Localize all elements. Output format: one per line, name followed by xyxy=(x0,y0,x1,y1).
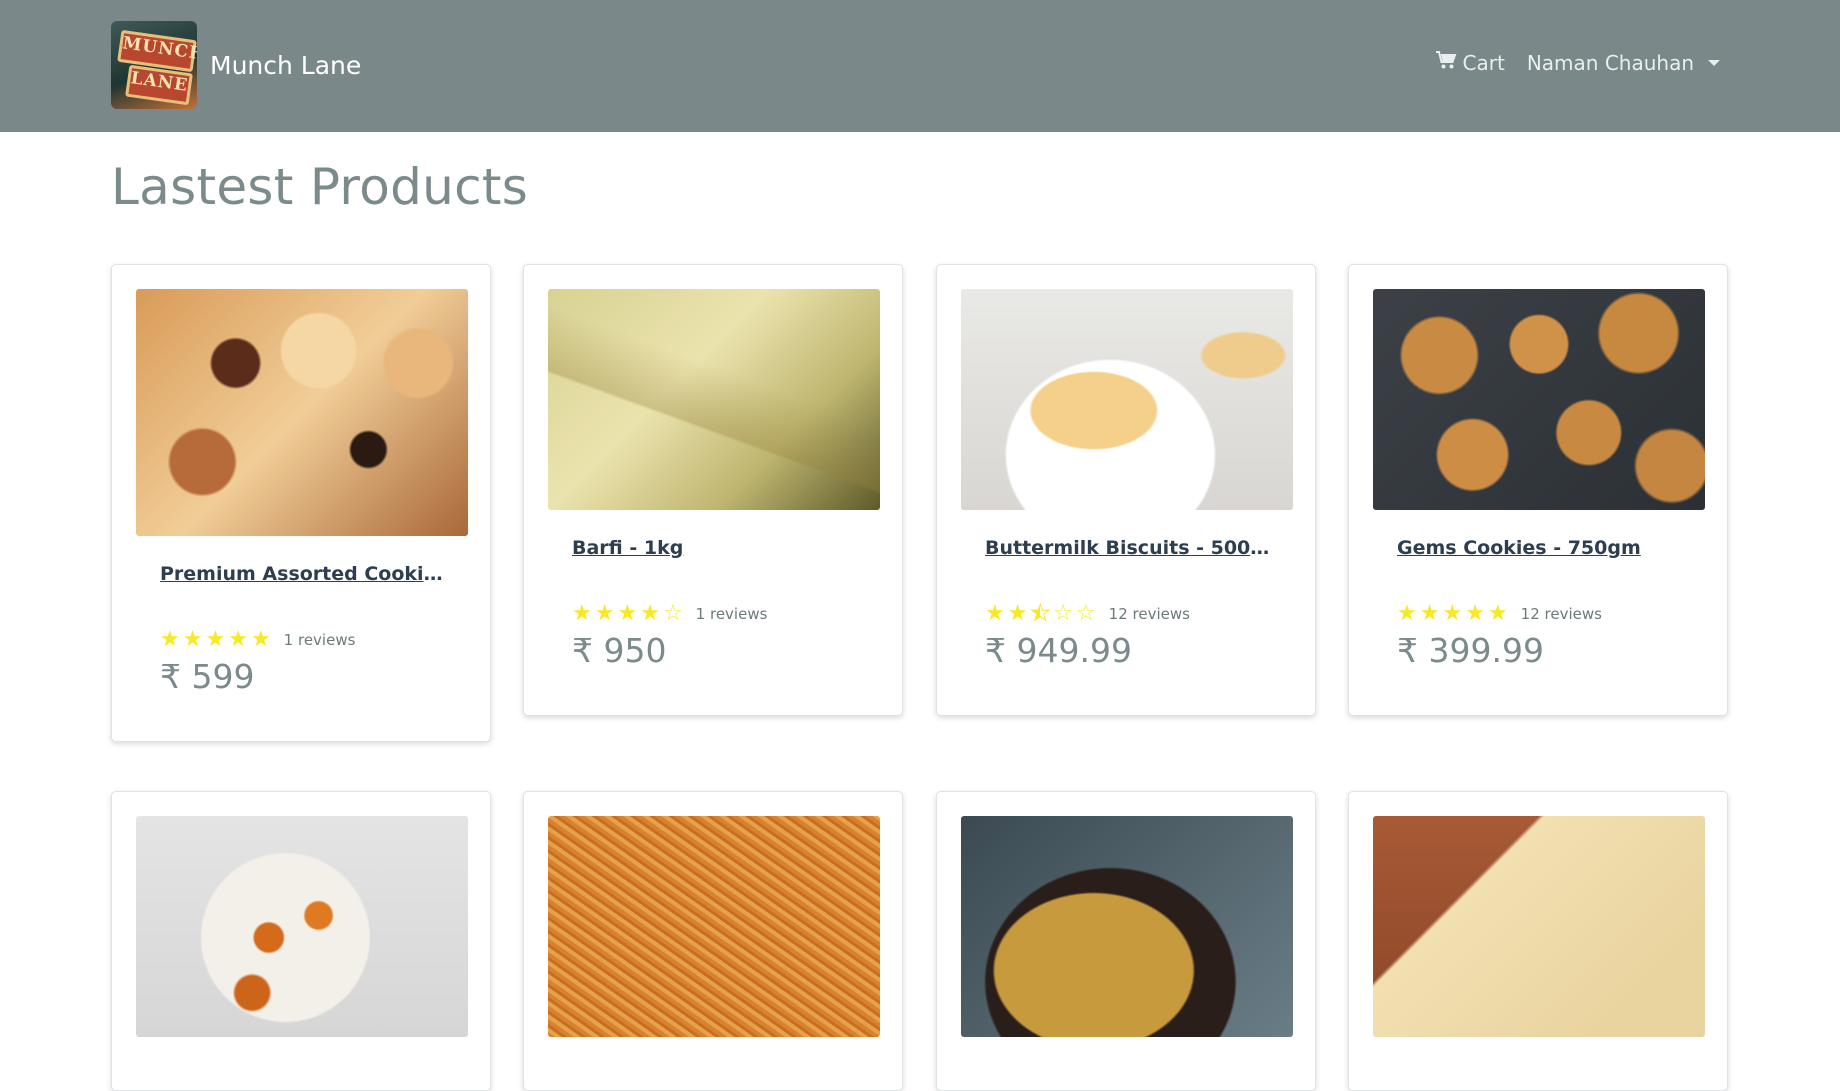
star-filled-icon: ★ xyxy=(640,601,660,626)
review-count: 12 reviews xyxy=(1520,605,1602,623)
navbar: MUNCH LANE Munch Lane Cart Naman Chauhan xyxy=(0,0,1840,132)
cart-label: Cart xyxy=(1462,50,1505,75)
product-card: Barfi - 1kg ★ ★ ★ ★ ☆ 1 reviews ₹ 950 xyxy=(523,264,903,716)
product-title-link[interactable]: Barfi - 1kg xyxy=(572,537,862,559)
product-card xyxy=(1348,791,1728,1091)
gems-cookies-image[interactable] xyxy=(1373,289,1705,510)
nav-right: Cart Naman Chauhan xyxy=(1435,50,1720,75)
star-filled-icon: ★ xyxy=(1442,601,1463,626)
star-filled-icon: ★ xyxy=(160,627,180,652)
product-card: Gems Cookies - 750gm ★ ★ ★ ★ ★ 12 reviews ₹ 399… xyxy=(1348,264,1728,716)
product-title-link[interactable]: Premium Assorted Cookies - 1kg xyxy=(160,563,450,585)
cart-icon xyxy=(1435,50,1457,75)
review-count: 12 reviews xyxy=(1108,605,1190,623)
user-name: Naman Chauhan xyxy=(1526,50,1694,75)
review-count: 1 reviews xyxy=(283,631,356,649)
star-filled-icon: ★ xyxy=(594,601,615,626)
brand-link[interactable]: MUNCH LANE Munch Lane xyxy=(111,21,361,109)
product-card xyxy=(523,791,903,1091)
page-title: Lastest Products xyxy=(111,158,529,216)
masala-cashews-image[interactable] xyxy=(961,816,1293,1037)
star-filled-icon: ★ xyxy=(182,627,203,652)
star-filled-icon: ★ xyxy=(1397,601,1417,626)
brand-name[interactable]: Munch Lane xyxy=(210,51,361,80)
star-filled-icon: ★ xyxy=(985,601,1005,626)
product-price: ₹ 599 xyxy=(160,657,255,696)
product-card: Premium Assorted Cookies - 1kg★★★★★1 rev… xyxy=(111,264,491,742)
product-rating: ★ ★ ★ ★ ☆ 1 reviews xyxy=(572,603,767,625)
star-filled-icon: ★ xyxy=(1007,601,1028,626)
buttermilk-biscuits-image[interactable] xyxy=(961,289,1293,510)
gulab-jamun-image[interactable] xyxy=(136,816,468,1037)
star-filled-icon: ★ xyxy=(228,627,248,652)
star-empty-icon: ☆ xyxy=(1075,601,1096,626)
star-empty-icon: ☆ xyxy=(662,601,683,626)
namkeen-mix-image[interactable] xyxy=(548,816,880,1037)
star-filled-icon: ★ xyxy=(205,627,226,652)
star-half-icon: ★ xyxy=(1030,601,1051,626)
product-card: Buttermilk Biscuits - 500gm ★ ★ ★ ☆ ☆ 12 revie… xyxy=(936,264,1316,716)
product-price: ₹ 950 xyxy=(572,631,667,670)
product-rating: ★ ★ ★ ☆ ☆ 12 reviews xyxy=(985,601,1190,626)
star-filled-icon: ★ xyxy=(572,601,592,626)
cart-link[interactable]: Cart xyxy=(1435,50,1505,75)
star-filled-icon: ★ xyxy=(250,627,271,652)
assorted-cookies-image[interactable] xyxy=(136,289,468,536)
star-filled-icon: ★ xyxy=(1487,601,1508,626)
product-rating: ★ ★ ★ ★ ★ 1 reviews xyxy=(160,629,355,651)
star-filled-icon: ★ xyxy=(1419,601,1440,626)
product-card xyxy=(111,791,491,1091)
product-price: ₹ 949.99 xyxy=(985,631,1132,670)
product-rating: ★ ★ ★ ★ ★ 12 reviews xyxy=(1397,603,1602,625)
product-title-link[interactable]: Buttermilk Biscuits - 500gm xyxy=(985,537,1275,559)
user-menu-toggle[interactable]: Naman Chauhan xyxy=(1527,51,1720,75)
product-price: ₹ 399.99 xyxy=(1397,631,1544,670)
product-title-link[interactable]: Gems Cookies - 750gm xyxy=(1397,537,1687,559)
product-card xyxy=(936,791,1316,1091)
brand-logo: MUNCH LANE xyxy=(111,21,197,109)
star-filled-icon: ★ xyxy=(617,601,638,626)
barfi-image[interactable] xyxy=(548,289,880,510)
star-empty-icon: ☆ xyxy=(1053,601,1073,626)
chevron-down-icon xyxy=(1708,59,1720,66)
review-count: 1 reviews xyxy=(695,605,768,623)
star-filled-icon: ★ xyxy=(1465,601,1485,626)
soan-papdi-image[interactable] xyxy=(1373,816,1705,1037)
